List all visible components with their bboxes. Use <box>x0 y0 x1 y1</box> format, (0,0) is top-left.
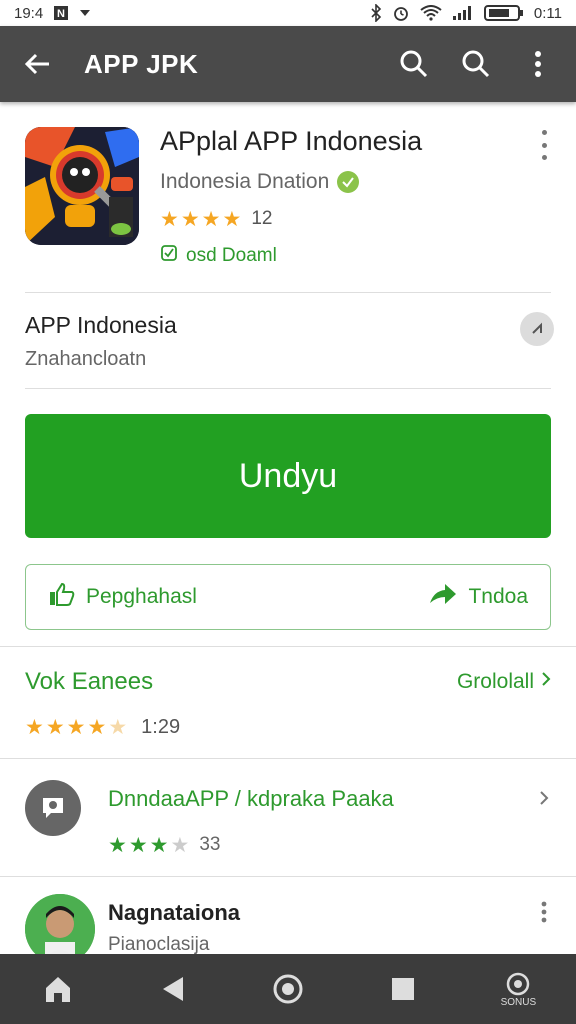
rating-stars: ★ ★ ★ ★ <box>160 209 241 230</box>
recents-square-icon <box>392 978 415 1000</box>
chevron-right-icon <box>540 670 552 694</box>
status-time-right: 0:11 <box>533 4 562 22</box>
info-title: APP Indonesia <box>25 312 177 338</box>
star-half-icon: ★ <box>108 716 128 739</box>
installed-status: osd Doaml <box>160 244 277 268</box>
star-icon: ★ <box>201 207 221 231</box>
info-subtitle: Znahancloatn <box>25 348 147 370</box>
star-icon: ★ <box>180 207 200 231</box>
chat-avatar-icon <box>25 780 81 836</box>
svg-text:N: N <box>57 8 65 20</box>
list-item-subtitle: Pianoclasija <box>108 934 210 954</box>
wifi-icon <box>420 5 442 21</box>
home-circle-nav-button[interactable] <box>258 959 318 1019</box>
divider <box>25 388 551 389</box>
recents-nav-button[interactable] <box>373 959 433 1019</box>
see-all-label: Grololall <box>456 670 534 693</box>
star-icon: ★ <box>149 833 169 857</box>
app-icon[interactable] <box>25 127 139 245</box>
back-triangle-icon <box>162 977 183 1001</box>
more-vert-icon[interactable] <box>534 901 554 923</box>
reviews-rating: ★ ★ ★ ★ ★ 1:29 <box>25 716 180 739</box>
user-avatar <box>25 894 95 954</box>
list-item-rating: ★ ★ ★ ★ 33 <box>108 834 220 856</box>
reviews-see-all[interactable]: Grololall <box>457 670 552 694</box>
app-name: APplal APP Indonesia <box>160 126 423 156</box>
search-icon[interactable] <box>394 44 434 84</box>
list-item-title-text: DnndaaAPP / kdpraka Paaka <box>108 786 394 811</box>
star-icon: ★ <box>45 716 65 739</box>
rating-stars: ★ ★ ★ ★ <box>108 835 189 856</box>
star-icon: ★ <box>222 207 242 231</box>
thumbs-up-icon <box>48 581 76 613</box>
developer-label: Indonesia Dnation <box>160 170 330 193</box>
signal-icon <box>452 5 474 21</box>
reviews-title: Vok Eanees <box>25 668 154 695</box>
verified-badge-icon <box>337 171 360 193</box>
share-arrow-icon <box>428 581 458 613</box>
home-nav-button[interactable] <box>28 959 88 1019</box>
divider <box>25 292 551 293</box>
app-bar-title: APP JPK <box>84 48 199 79</box>
share-button[interactable]: Tndoa <box>428 581 528 613</box>
installed-label: osd Doaml <box>186 245 277 266</box>
star-icon: ★ <box>25 716 44 739</box>
status-time-left: 19:4 <box>14 4 44 22</box>
rating-stars: ★ ★ ★ ★ ★ <box>25 717 127 738</box>
app-header: APplal APP Indonesia Indonesia Dnation ★… <box>0 112 576 292</box>
list-item[interactable]: DnndaaAPP / kdpraka Paaka ★ ★ ★ ★ 33 <box>0 770 576 874</box>
assistant-label: SONUS <box>500 996 537 1008</box>
install-button[interactable]: Undyu <box>25 414 551 538</box>
wishlist-label: Pepghahasl <box>86 585 197 608</box>
battery-icon <box>483 4 524 22</box>
divider <box>0 758 576 759</box>
more-vert-icon[interactable] <box>518 44 558 84</box>
home-circle-icon <box>273 974 303 1004</box>
installed-check-icon <box>160 244 178 268</box>
star-icon: ★ <box>87 716 107 739</box>
chevron-right-icon <box>534 788 554 808</box>
search-icon[interactable] <box>456 44 496 84</box>
star-icon: ★ <box>128 833 148 857</box>
alarm-icon <box>392 4 410 22</box>
bluetooth-icon <box>370 4 382 22</box>
assistant-dot-icon <box>507 972 530 995</box>
app-rating: ★ ★ ★ ★ 12 <box>160 208 272 230</box>
assistant-nav-button[interactable]: SONUS <box>488 959 548 1019</box>
star-icon: ★ <box>160 207 179 231</box>
app-bar: APP JPK <box>0 26 576 102</box>
star-empty-icon: ★ <box>170 833 190 857</box>
developer-name[interactable]: Indonesia Dnation <box>160 170 360 194</box>
rating-count: 12 <box>251 208 273 229</box>
home-icon <box>45 977 70 1002</box>
navigation-bar: SONUS <box>0 954 576 1024</box>
divider <box>0 646 576 647</box>
back-nav-button[interactable] <box>143 959 203 1019</box>
status-bar: 19:4 N 0:11 <box>0 0 576 26</box>
list-item-title: Nagnataiona <box>108 900 241 925</box>
info-expand-icon[interactable] <box>520 312 554 346</box>
more-vert-icon[interactable] <box>534 130 554 160</box>
dropdown-icon <box>79 8 91 18</box>
star-icon: ★ <box>108 833 127 857</box>
wishlist-button[interactable]: Pepghahasl <box>48 581 197 613</box>
divider <box>0 876 576 877</box>
share-label: Tndoa <box>468 585 528 608</box>
back-arrow-icon[interactable] <box>18 44 58 84</box>
reviews-count: 1:29 <box>141 716 181 738</box>
list-item-count: 33 <box>199 834 221 855</box>
notification-n-icon: N <box>53 5 69 21</box>
list-item-title: DnndaaAPP / kdpraka Paaka <box>108 786 394 812</box>
action-box: Pepghahasl Tndoa <box>25 564 551 630</box>
star-icon: ★ <box>66 716 86 739</box>
list-item[interactable]: Nagnataiona Pianoclasija <box>0 886 576 954</box>
